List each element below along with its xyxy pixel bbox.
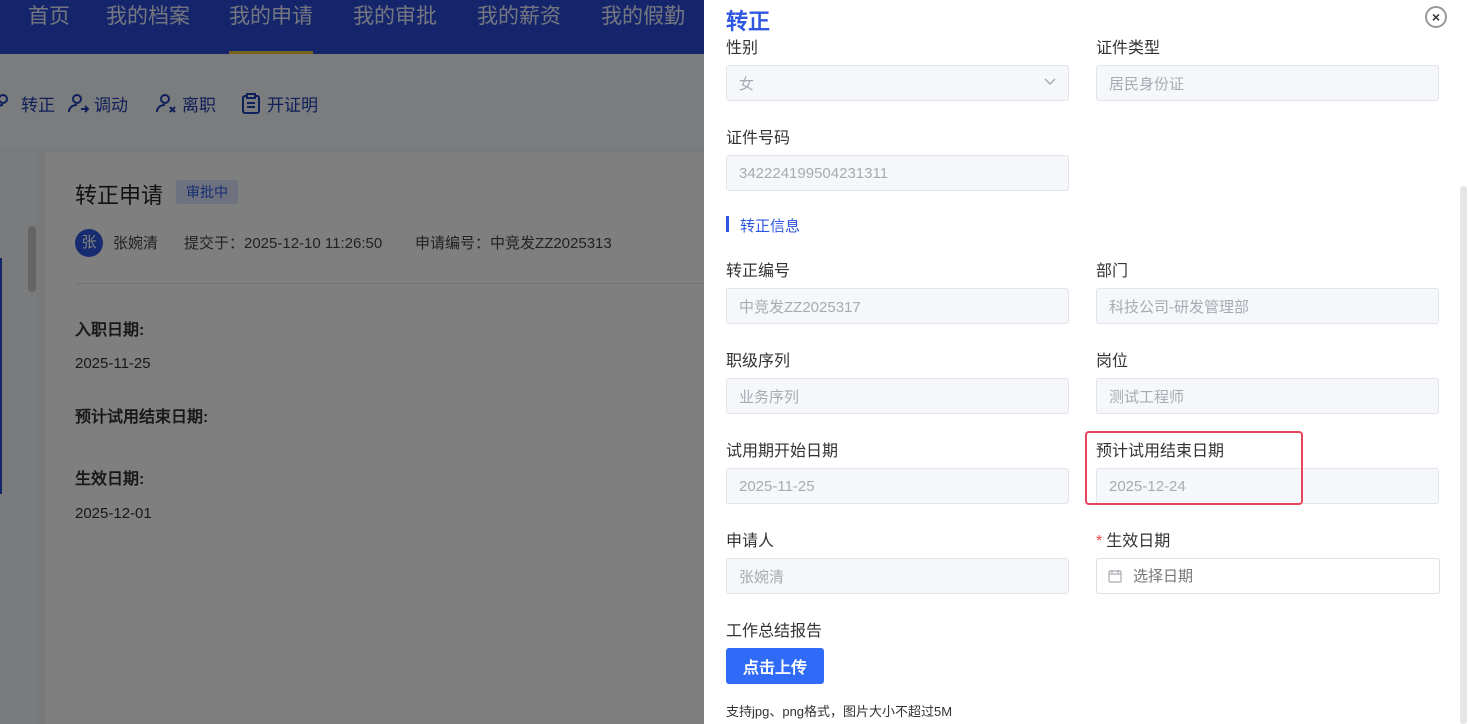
regularize-no-field[interactable] [726,288,1069,324]
id-number-label: 证件号码 [726,130,791,147]
gender-label: 性别 [726,40,759,57]
probation-start-label: 试用期开始日期 [726,443,839,460]
section-marker [726,216,729,232]
rank-sequence-label: 职级序列 [726,353,791,370]
work-report-label: 工作总结报告 [726,623,823,640]
chevron-down-icon [1044,78,1056,86]
calendar-icon [1108,570,1122,583]
effective-date-label-text: 生效日期 [1106,533,1171,550]
applicant-label: 申请人 [726,533,775,550]
department-field[interactable] [1096,288,1439,324]
gender-select[interactable] [726,65,1069,101]
id-type-label: 证件类型 [1096,40,1161,57]
applicant-field[interactable] [726,558,1069,594]
section-title: 转正信息 [740,218,801,235]
highlight-box [1085,431,1303,505]
drawer-title: 转正 [726,9,771,34]
modal-overlay[interactable] [0,0,704,724]
drawer-scrollbar[interactable] [1460,186,1467,724]
probation-start-field[interactable] [726,468,1069,504]
id-number-field[interactable] [726,155,1069,191]
effective-date-picker[interactable] [1096,558,1440,594]
effective-date-field[interactable] [1096,558,1440,594]
effective-date-label: * 生效日期 [1096,527,1170,551]
required-mark: * [1096,533,1103,550]
position-label: 岗位 [1096,353,1129,370]
id-type-field[interactable] [1096,65,1439,101]
regularize-no-label: 转正编号 [726,263,791,280]
upload-hint: 支持jpg、png格式，图片大小不超过5M [726,704,953,719]
upload-button[interactable]: 点击上传 [726,648,824,684]
department-label: 部门 [1096,263,1129,280]
regularization-drawer: 转正 × 性别 证件类型 证件号码 转正信息 转正编号 部门 职级序列 岗位 试… [704,0,1468,724]
position-field[interactable] [1096,378,1439,414]
gender-field[interactable] [726,65,1069,101]
rank-sequence-field[interactable] [726,378,1069,414]
close-icon[interactable]: × [1425,6,1447,28]
